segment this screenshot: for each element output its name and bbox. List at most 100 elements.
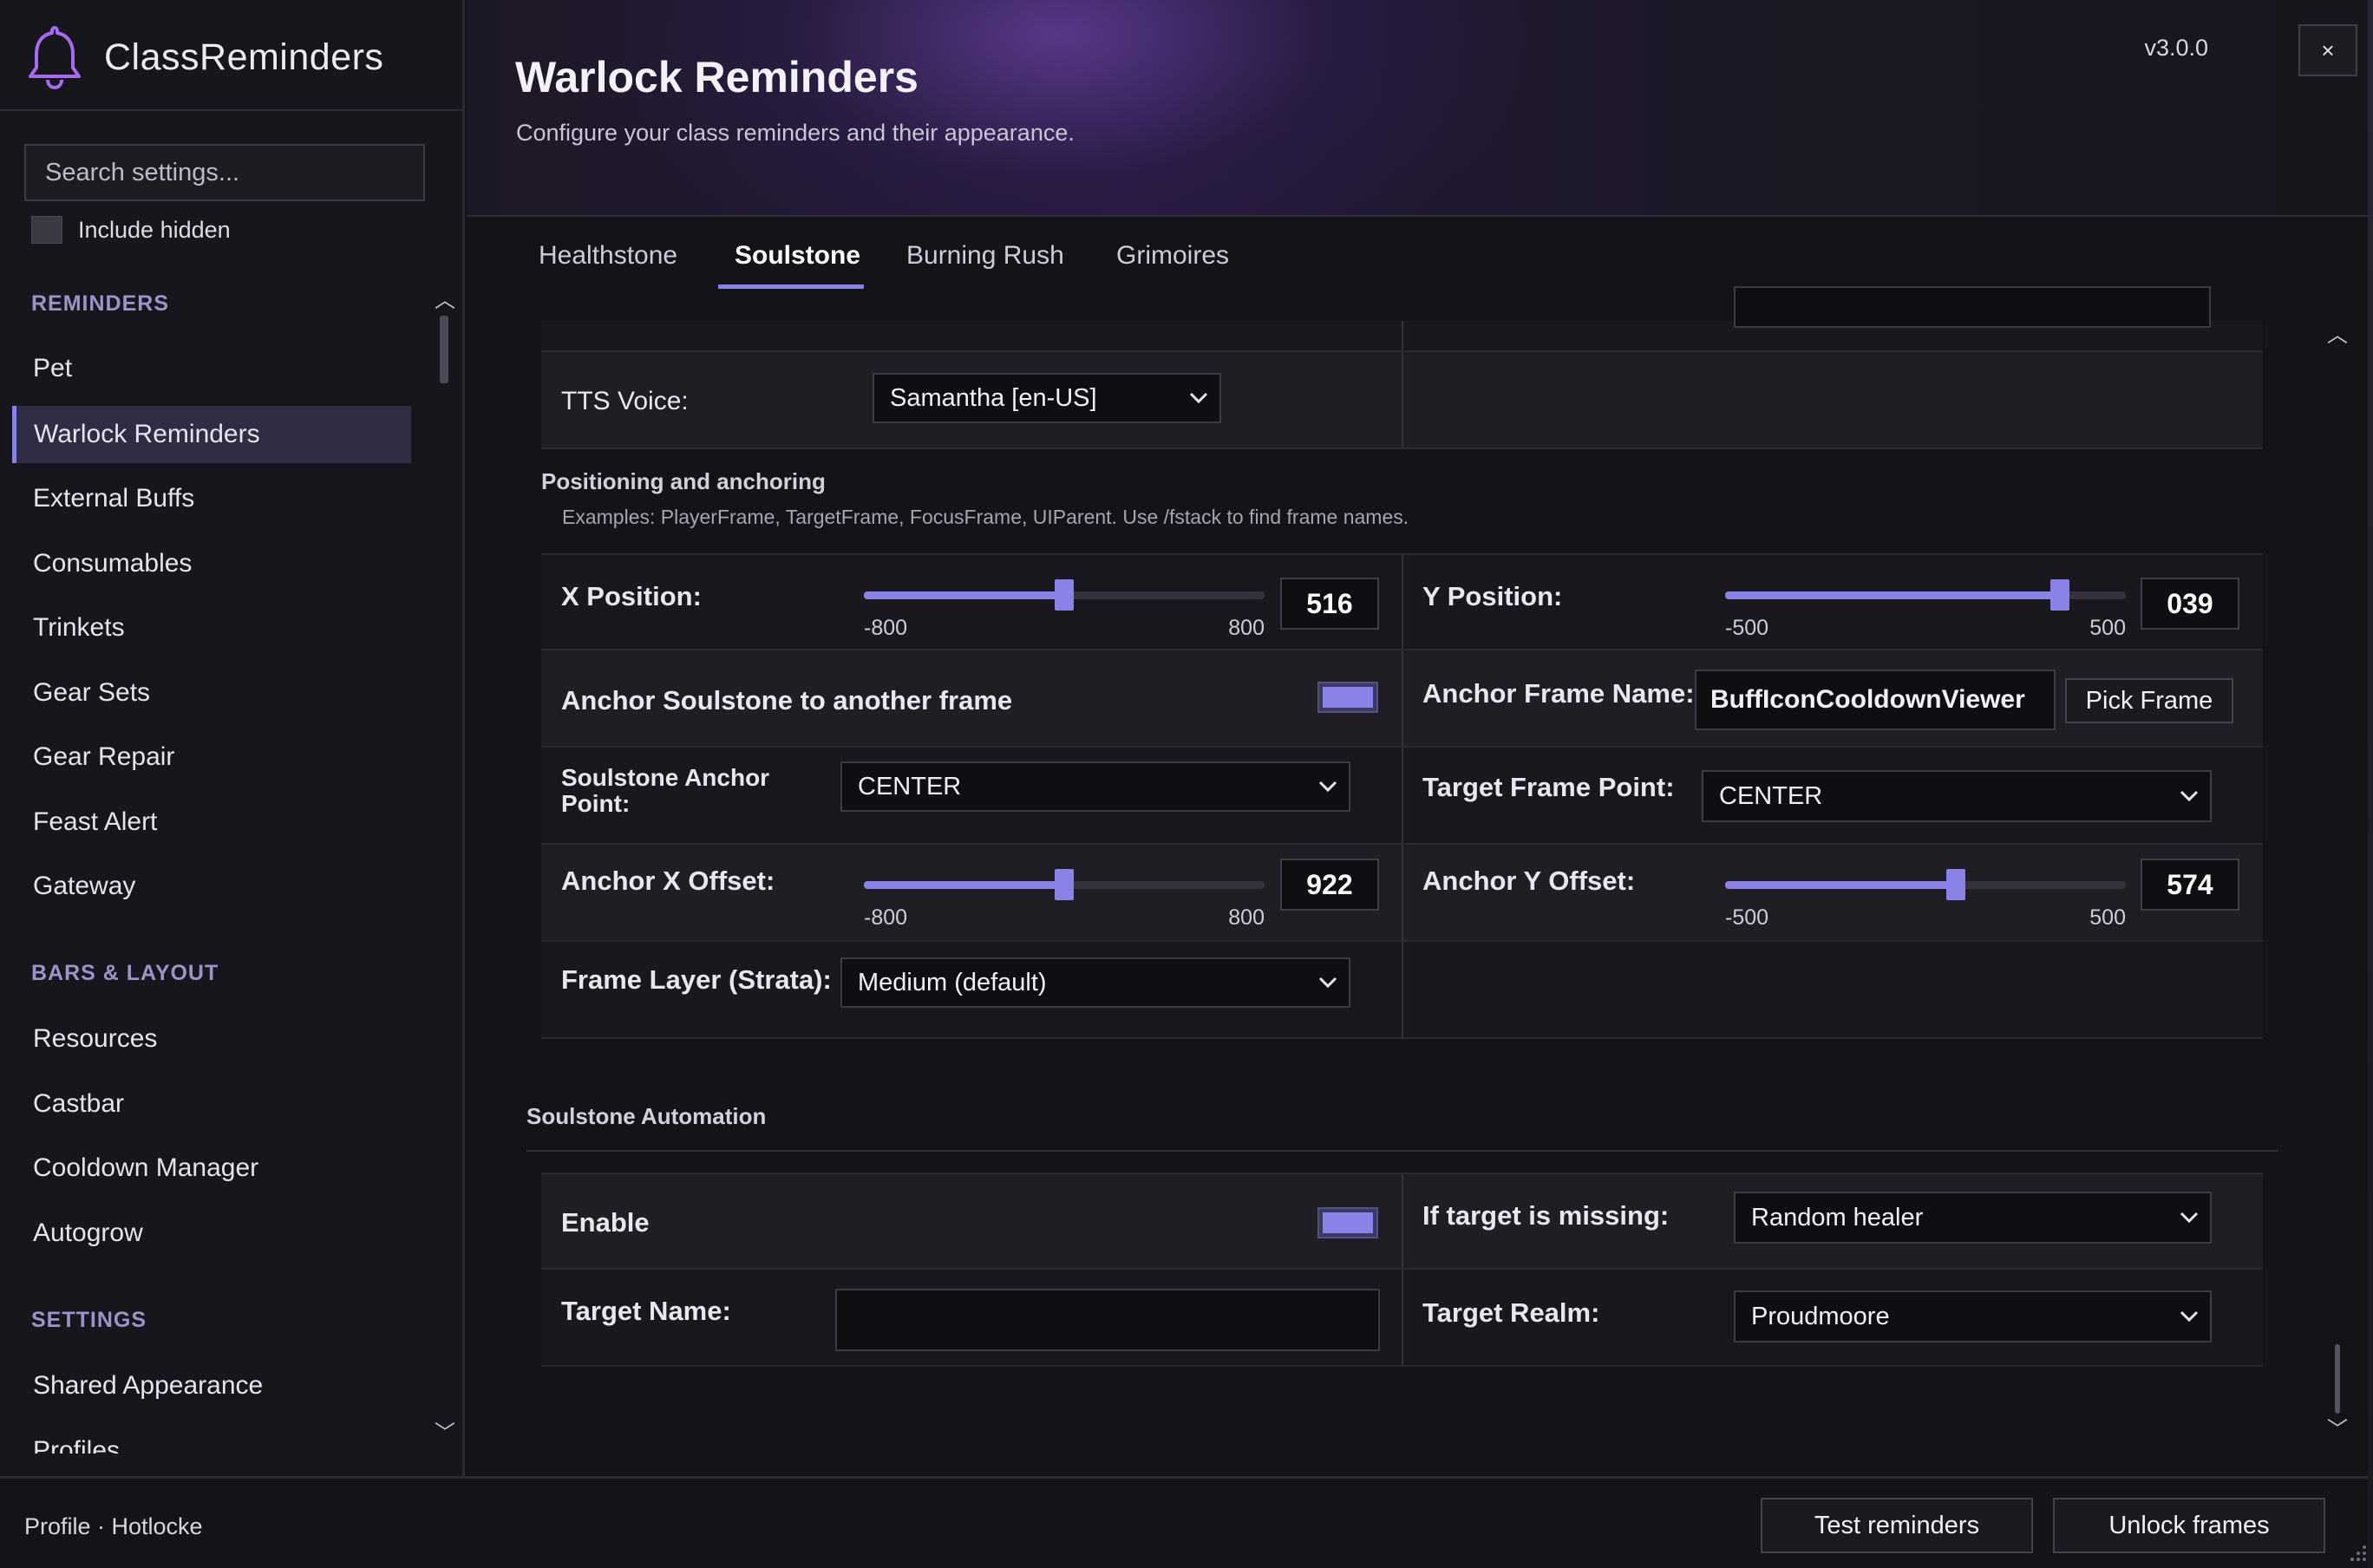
chevron-down-icon — [1178, 375, 1219, 421]
header: Warlock Reminders Configure your class r… — [467, 0, 2373, 217]
sidebar-item-gear-repair[interactable]: Gear Repair — [12, 728, 411, 786]
sidebar-scroll-up-icon[interactable]: ︿ — [434, 290, 456, 312]
anchor-x-offset-value-input[interactable]: 922 — [1280, 859, 1379, 911]
close-button[interactable]: × — [2298, 24, 2357, 76]
toggle-knob — [1323, 1212, 1373, 1233]
sidebar-item-cooldown-manager[interactable]: Cooldown Manager — [12, 1140, 411, 1197]
soulstone-anchor-point-dropdown[interactable]: CENTER — [840, 761, 1350, 812]
if-target-missing-dropdown[interactable]: Random healer — [1734, 1192, 2212, 1244]
sidebar-item-castbar[interactable]: Castbar — [12, 1075, 411, 1133]
enable-toggle-switch[interactable] — [1317, 1207, 1378, 1238]
content-scroll-up-icon[interactable]: ︿ — [2324, 323, 2350, 349]
anchor-y-offset-value-input[interactable]: 574 — [2141, 859, 2239, 911]
nav-section-settings: SETTINGS — [31, 1308, 147, 1332]
column-divider — [1402, 1270, 1403, 1365]
include-hidden-toggle[interactable]: Include hidden — [31, 215, 231, 245]
slider-thumb[interactable] — [1946, 869, 1966, 900]
frame-layer-dropdown[interactable]: Medium (default) — [840, 957, 1350, 1008]
slider-thumb[interactable] — [1055, 869, 1074, 900]
frame-layer-label: Frame Layer (Strata): — [561, 964, 832, 995]
soulstone-anchor-point-value: CENTER — [858, 772, 962, 800]
anchor-frame-name-input[interactable]: BuffIconCooldownViewer — [1695, 670, 2056, 730]
sidebar-scroll-down-icon[interactable]: ﹀ — [434, 1422, 456, 1445]
app-title: ClassReminders — [104, 36, 384, 78]
tab-burning-rush[interactable]: Burning Rush — [906, 241, 1064, 271]
soulstone-anchor-point-label: Soulstone Anchor Point: — [561, 765, 769, 817]
x-position-label: X Position: — [561, 581, 702, 611]
setting-row-anchor: Anchor Soulstone to another frame Anchor… — [541, 650, 2263, 748]
sidebar-item-feast-alert[interactable]: Feast Alert — [12, 794, 411, 851]
target-frame-point-label: Target Frame Point: — [1422, 772, 1675, 802]
x-position-slider[interactable]: -800 800 — [864, 572, 1265, 640]
slider-thumb[interactable] — [1055, 579, 1074, 611]
anchor-y-offset-slider[interactable]: -500 500 — [1725, 862, 2126, 930]
target-realm-dropdown[interactable]: Proudmoore — [1734, 1290, 2212, 1343]
nav-section-bars-layout: BARS & LAYOUT — [31, 961, 219, 985]
column-divider — [1402, 352, 1403, 448]
soulstone-anchor-point-label-line1: Soulstone Anchor — [561, 764, 770, 791]
setting-row-partial — [541, 286, 2263, 352]
anchor-x-offset-slider[interactable]: -800 800 — [864, 862, 1265, 930]
sidebar-item-gateway[interactable]: Gateway — [12, 858, 411, 915]
target-name-label: Target Name: — [561, 1296, 731, 1326]
sidebar-item-resources[interactable]: Resources — [12, 1010, 411, 1068]
sidebar-item-profiles[interactable]: Profiles — [12, 1422, 411, 1454]
slider-max-label: 500 — [2089, 616, 2126, 640]
sidebar-item-pet[interactable]: Pet — [12, 340, 411, 397]
sidebar-item-gear-sets[interactable]: Gear Sets — [12, 664, 411, 722]
search-input[interactable] — [24, 144, 425, 201]
tab-grimoires[interactable]: Grimoires — [1116, 241, 1229, 271]
target-name-input[interactable] — [835, 1289, 1380, 1351]
sidebar-scroll-thumb[interactable] — [440, 316, 448, 383]
y-position-slider[interactable]: -500 500 — [1725, 572, 2126, 640]
target-frame-point-dropdown[interactable]: CENTER — [1702, 770, 2212, 822]
positioning-section-title: Positioning and anchoring — [541, 468, 826, 494]
setting-row-enable: Enable If target is missing: Random heal… — [541, 1173, 2263, 1270]
tts-voice-dropdown[interactable]: Samantha [en-US] — [873, 373, 1221, 423]
slider-min-label: -500 — [1725, 616, 1769, 640]
setting-row-anchor-offsets: Anchor X Offset: -800 800 922 Anchor Y O… — [541, 845, 2263, 942]
sidebar-item-warlock-reminders[interactable]: Warlock Reminders — [12, 406, 411, 463]
anchor-x-offset-label: Anchor X Offset: — [561, 866, 775, 896]
resize-grip-icon[interactable] — [2344, 1539, 2368, 1563]
chevron-down-icon — [2168, 772, 2210, 820]
slider-max-label: 800 — [1228, 905, 1265, 930]
anchor-y-offset-label: Anchor Y Offset: — [1422, 866, 1636, 896]
content-scroll-down-icon[interactable]: ﹀ — [2324, 1417, 2350, 1443]
test-reminders-button[interactable]: Test reminders — [1761, 1498, 2033, 1553]
anchor-toggle-switch[interactable] — [1317, 682, 1378, 713]
chevron-down-icon — [1307, 763, 1349, 810]
slider-fill — [864, 881, 1064, 889]
unlock-frames-button[interactable]: Unlock frames — [2053, 1498, 2325, 1553]
chevron-down-icon — [1307, 959, 1349, 1006]
setting-row-target: Target Name: Target Realm: Proudmoore — [541, 1270, 2263, 1367]
partial-dropdown[interactable] — [1734, 286, 2211, 328]
sidebar-scrollbar[interactable] — [440, 316, 448, 1434]
column-divider — [1402, 942, 1403, 1037]
active-tab-indicator — [718, 284, 864, 289]
automation-section-title: Soulstone Automation — [526, 1103, 767, 1129]
tab-healthstone[interactable]: Healthstone — [539, 241, 677, 271]
page-title: Warlock Reminders — [515, 53, 918, 101]
toggle-knob — [1323, 687, 1373, 708]
pick-frame-button[interactable]: Pick Frame — [2065, 678, 2233, 723]
setting-row-position: X Position: -800 800 516 Y Position: -50… — [541, 553, 2263, 650]
sidebar-item-trinkets[interactable]: Trinkets — [12, 599, 411, 657]
slider-thumb[interactable] — [2050, 579, 2070, 611]
sidebar-item-consumables[interactable]: Consumables — [12, 535, 411, 592]
sidebar-item-shared-appearance[interactable]: Shared Appearance — [12, 1357, 411, 1414]
section-divider — [526, 1150, 2278, 1152]
tab-soulstone[interactable]: Soulstone — [735, 241, 860, 271]
setting-row-anchor-points: Soulstone Anchor Point: CENTER Target Fr… — [541, 748, 2263, 845]
include-hidden-checkbox[interactable] — [31, 216, 62, 244]
if-target-missing-value: Random healer — [1751, 1203, 1924, 1232]
content-scrollbar[interactable] — [2335, 356, 2340, 1414]
sidebar-item-autogrow[interactable]: Autogrow — [12, 1205, 411, 1262]
sidebar-item-external-buffs[interactable]: External Buffs — [12, 470, 411, 527]
x-position-value-input[interactable]: 516 — [1280, 578, 1379, 630]
footer: Profile · Hotlocke Test reminders Unlock… — [0, 1476, 2373, 1568]
y-position-value-input[interactable]: 039 — [2141, 578, 2239, 630]
nav-section-reminders: REMINDERS — [31, 291, 170, 316]
page-subtitle: Configure your class reminders and their… — [516, 120, 1075, 146]
content-scroll-thumb[interactable] — [2335, 1344, 2340, 1414]
